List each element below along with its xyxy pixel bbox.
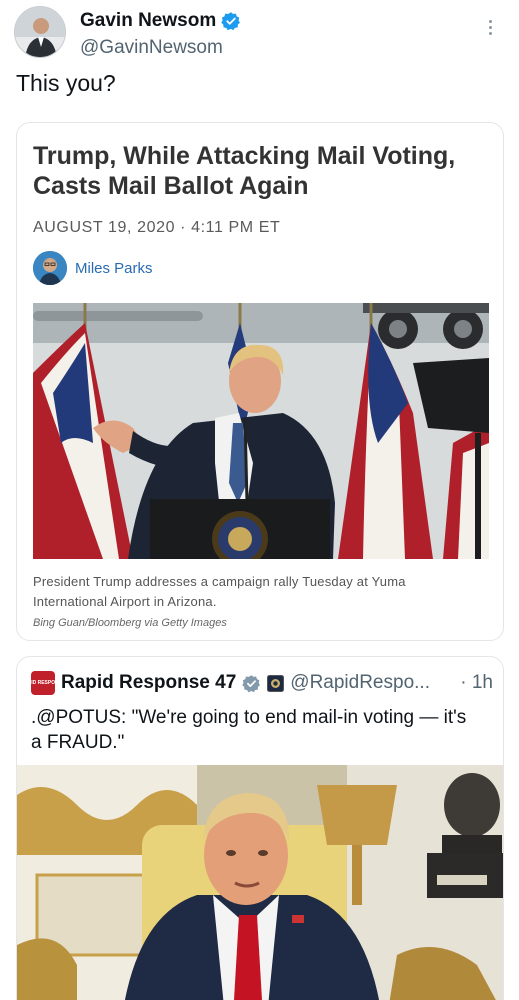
tweet-header: Gavin Newsom @GavinNewsom (14, 6, 504, 62)
affiliate-seal-icon (267, 674, 285, 692)
more-options-icon[interactable] (480, 12, 500, 42)
article-author-avatar[interactable] (33, 251, 67, 285)
article-title[interactable]: Trump, While Attacking Mail Voting, Cast… (33, 141, 473, 201)
author-avatar[interactable] (14, 6, 66, 58)
quoted-tweet-text: .@POTUS: "We're going to end mail-in vot… (31, 707, 467, 753)
quoted-tweet-time[interactable]: · 1h (460, 672, 493, 694)
verified-badge-icon (221, 11, 241, 31)
gray-verified-badge-icon (242, 674, 261, 693)
article-byline[interactable]: Miles Parks (33, 251, 153, 285)
author-name[interactable]: Gavin Newsom (80, 10, 216, 32)
quoted-author-logo-text: RAPID RESPONSE (20, 680, 66, 686)
quoted-author-avatar[interactable]: RAPID RESPONSE (21, 671, 65, 695)
quoted-tweet-header: RAPID RESPONSE Rapid Response 47 @RapidR… (21, 671, 493, 695)
quoted-author-name[interactable]: Rapid Response 47 (61, 672, 236, 694)
article-photo[interactable] (33, 303, 489, 559)
quoted-tweet[interactable]: RAPID RESPONSE Rapid Response 47 @RapidR… (16, 656, 504, 1000)
tweet-text: This you? (16, 70, 116, 96)
quoted-tweet-photo[interactable] (17, 765, 503, 1000)
quoted-author-handle[interactable]: @RapidRespo... (290, 672, 430, 694)
article-card[interactable]: Trump, While Attacking Mail Voting, Cast… (16, 122, 504, 641)
article-photo-credit: Bing Guan/Bloomberg via Getty Images (33, 617, 227, 629)
author-handle[interactable]: @GavinNewsom (80, 37, 223, 59)
article-date: AUGUST 19, 2020 · 4:11 PM ET (33, 219, 281, 236)
article-author-name[interactable]: Miles Parks (75, 260, 153, 277)
article-photo-caption: President Trump addresses a campaign ral… (33, 574, 406, 609)
